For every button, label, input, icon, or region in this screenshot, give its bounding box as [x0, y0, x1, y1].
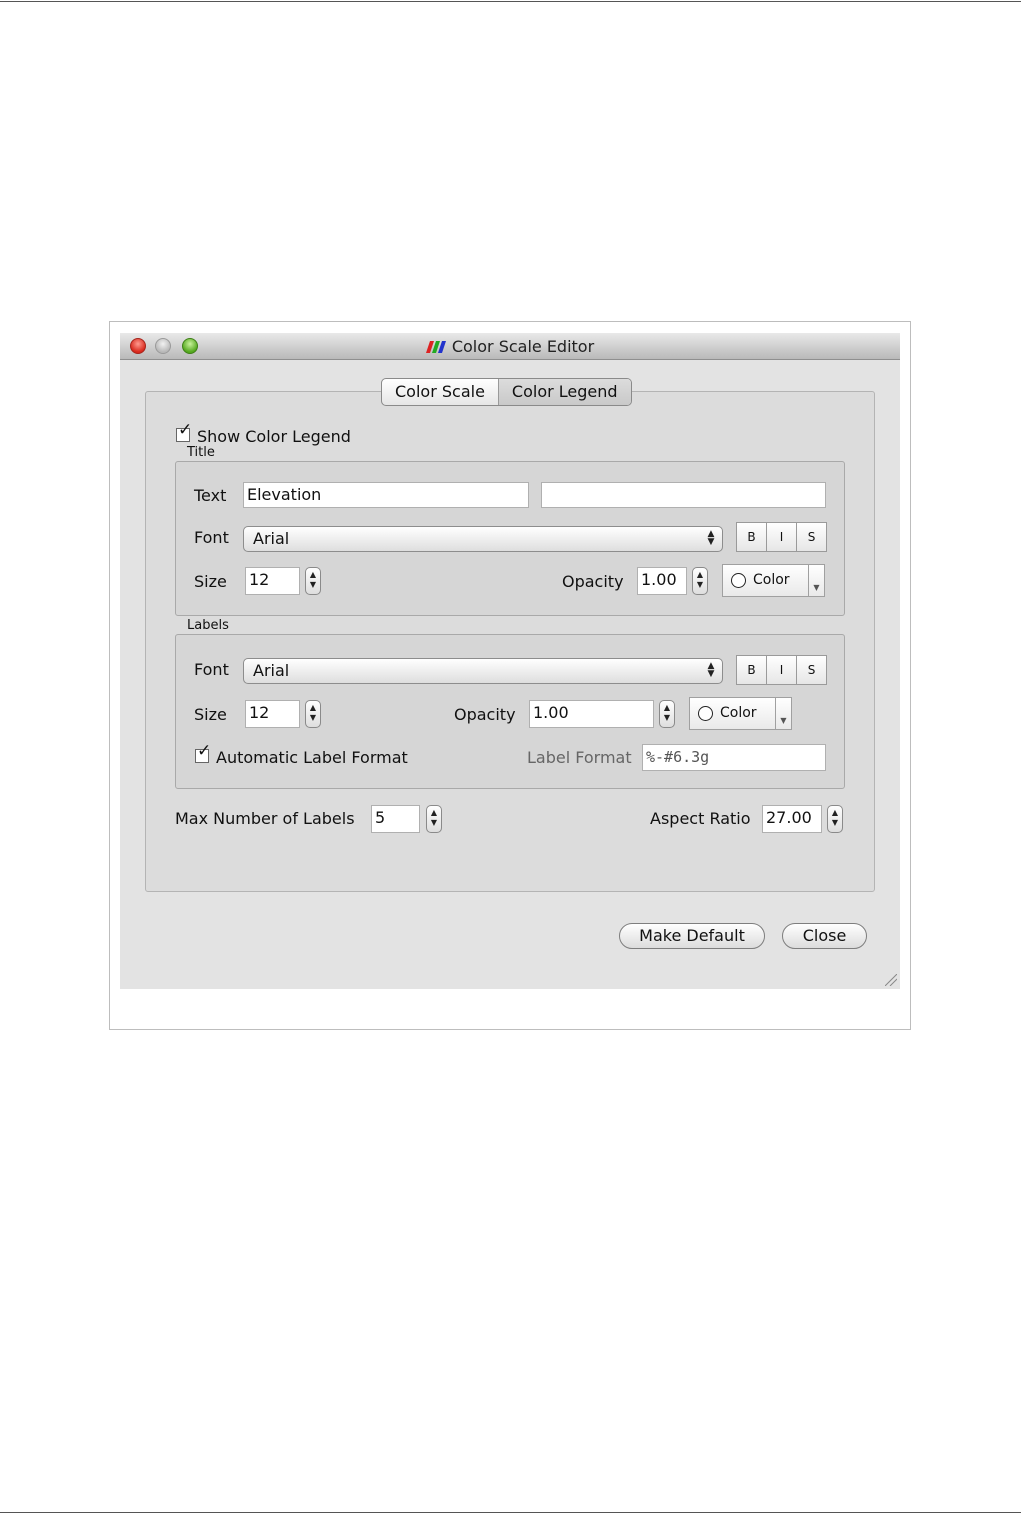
paraview-logo-icon [425, 340, 446, 353]
labels-color-button[interactable]: Color ▼ [689, 697, 792, 730]
label-format-label: Label Format [527, 748, 632, 767]
labels-opacity-stepper[interactable]: ▲ ▼ [659, 700, 675, 728]
title-bold-button[interactable]: B [737, 523, 766, 551]
dropdown-arrow-icon[interactable]: ▼ [808, 565, 824, 596]
title-opacity-input[interactable]: 1.00 [637, 567, 687, 595]
select-arrows-icon: ▲ ▼ [707, 529, 715, 547]
label-format-input[interactable]: %-#6.3g [642, 744, 826, 771]
tab-bar: Color Scale Color Legend [381, 378, 632, 406]
labels-opacity-label: Opacity [454, 705, 516, 724]
page-bottom-rule [0, 1512, 1021, 1513]
automatic-label-format-checkbox[interactable]: ✓ [195, 741, 212, 763]
labels-size-label: Size [194, 705, 227, 724]
labels-bold-button[interactable]: B [737, 656, 766, 684]
dropdown-arrow-icon[interactable]: ▼ [775, 698, 791, 729]
title-text-input[interactable]: Elevation [243, 482, 529, 508]
page-top-rule [0, 1, 1021, 2]
labels-size-stepper[interactable]: ▲ ▼ [305, 700, 321, 728]
color-swatch-icon [731, 573, 746, 588]
tab-color-scale[interactable]: Color Scale [382, 379, 498, 405]
tab-color-legend[interactable]: Color Legend [497, 379, 631, 405]
title-font-select[interactable]: Arial ▲ ▼ [243, 526, 723, 552]
title-bar[interactable]: Color Scale Editor [120, 333, 900, 360]
max-labels-input[interactable]: 5 [371, 805, 420, 833]
labels-italic-button[interactable]: I [766, 656, 796, 684]
labels-style-buttons: B I S [736, 655, 827, 685]
make-default-button[interactable]: Make Default [619, 923, 765, 949]
title-font-label: Font [194, 528, 229, 547]
max-labels-label: Max Number of Labels [175, 809, 355, 828]
title-opacity-stepper[interactable]: ▲ ▼ [692, 567, 708, 595]
close-button[interactable]: Close [782, 923, 867, 949]
title-shadow-button[interactable]: S [796, 523, 826, 551]
aspect-ratio-stepper[interactable]: ▲ ▼ [827, 805, 843, 833]
labels-font-label: Font [194, 660, 229, 679]
labels-font-value: Arial [253, 661, 290, 680]
title-text-label: Text [194, 486, 227, 505]
title-italic-button[interactable]: I [766, 523, 796, 551]
color-scale-editor-window: Color Scale Editor Color Scale Color Leg… [120, 333, 900, 989]
title-text-input-secondary[interactable] [541, 482, 826, 508]
resize-grip-icon[interactable] [885, 974, 897, 986]
labels-shadow-button[interactable]: S [796, 656, 826, 684]
title-color-button[interactable]: Color ▼ [722, 564, 825, 597]
title-group-label: Title [187, 445, 215, 460]
title-size-input[interactable]: 12 [245, 567, 300, 595]
title-color-label: Color [753, 572, 790, 588]
labels-color-label: Color [720, 705, 757, 721]
labels-size-input[interactable]: 12 [245, 700, 300, 728]
title-size-stepper[interactable]: ▲ ▼ [305, 567, 321, 595]
labels-font-select[interactable]: Arial ▲ ▼ [243, 658, 723, 684]
check-mark-icon: ✓ [197, 741, 212, 761]
aspect-ratio-label: Aspect Ratio [650, 809, 751, 828]
title-opacity-label: Opacity [562, 572, 624, 591]
show-color-legend-label[interactable]: Show Color Legend [197, 427, 351, 446]
labels-group-label: Labels [187, 618, 229, 633]
check-mark-icon: ✓ [178, 420, 193, 440]
aspect-ratio-input[interactable]: 27.00 [762, 805, 822, 833]
max-labels-stepper[interactable]: ▲ ▼ [426, 805, 442, 833]
show-color-legend-checkbox[interactable]: ✓ [176, 420, 193, 442]
title-size-label: Size [194, 572, 227, 591]
window-title-area: Color Scale Editor [120, 333, 900, 360]
labels-opacity-input[interactable]: 1.00 [529, 700, 654, 728]
title-style-buttons: B I S [736, 522, 827, 552]
select-arrows-icon: ▲ ▼ [707, 661, 715, 679]
title-font-value: Arial [253, 529, 290, 548]
color-swatch-icon [698, 706, 713, 721]
window-title: Color Scale Editor [451, 337, 595, 356]
automatic-label-format-label[interactable]: Automatic Label Format [216, 748, 408, 767]
